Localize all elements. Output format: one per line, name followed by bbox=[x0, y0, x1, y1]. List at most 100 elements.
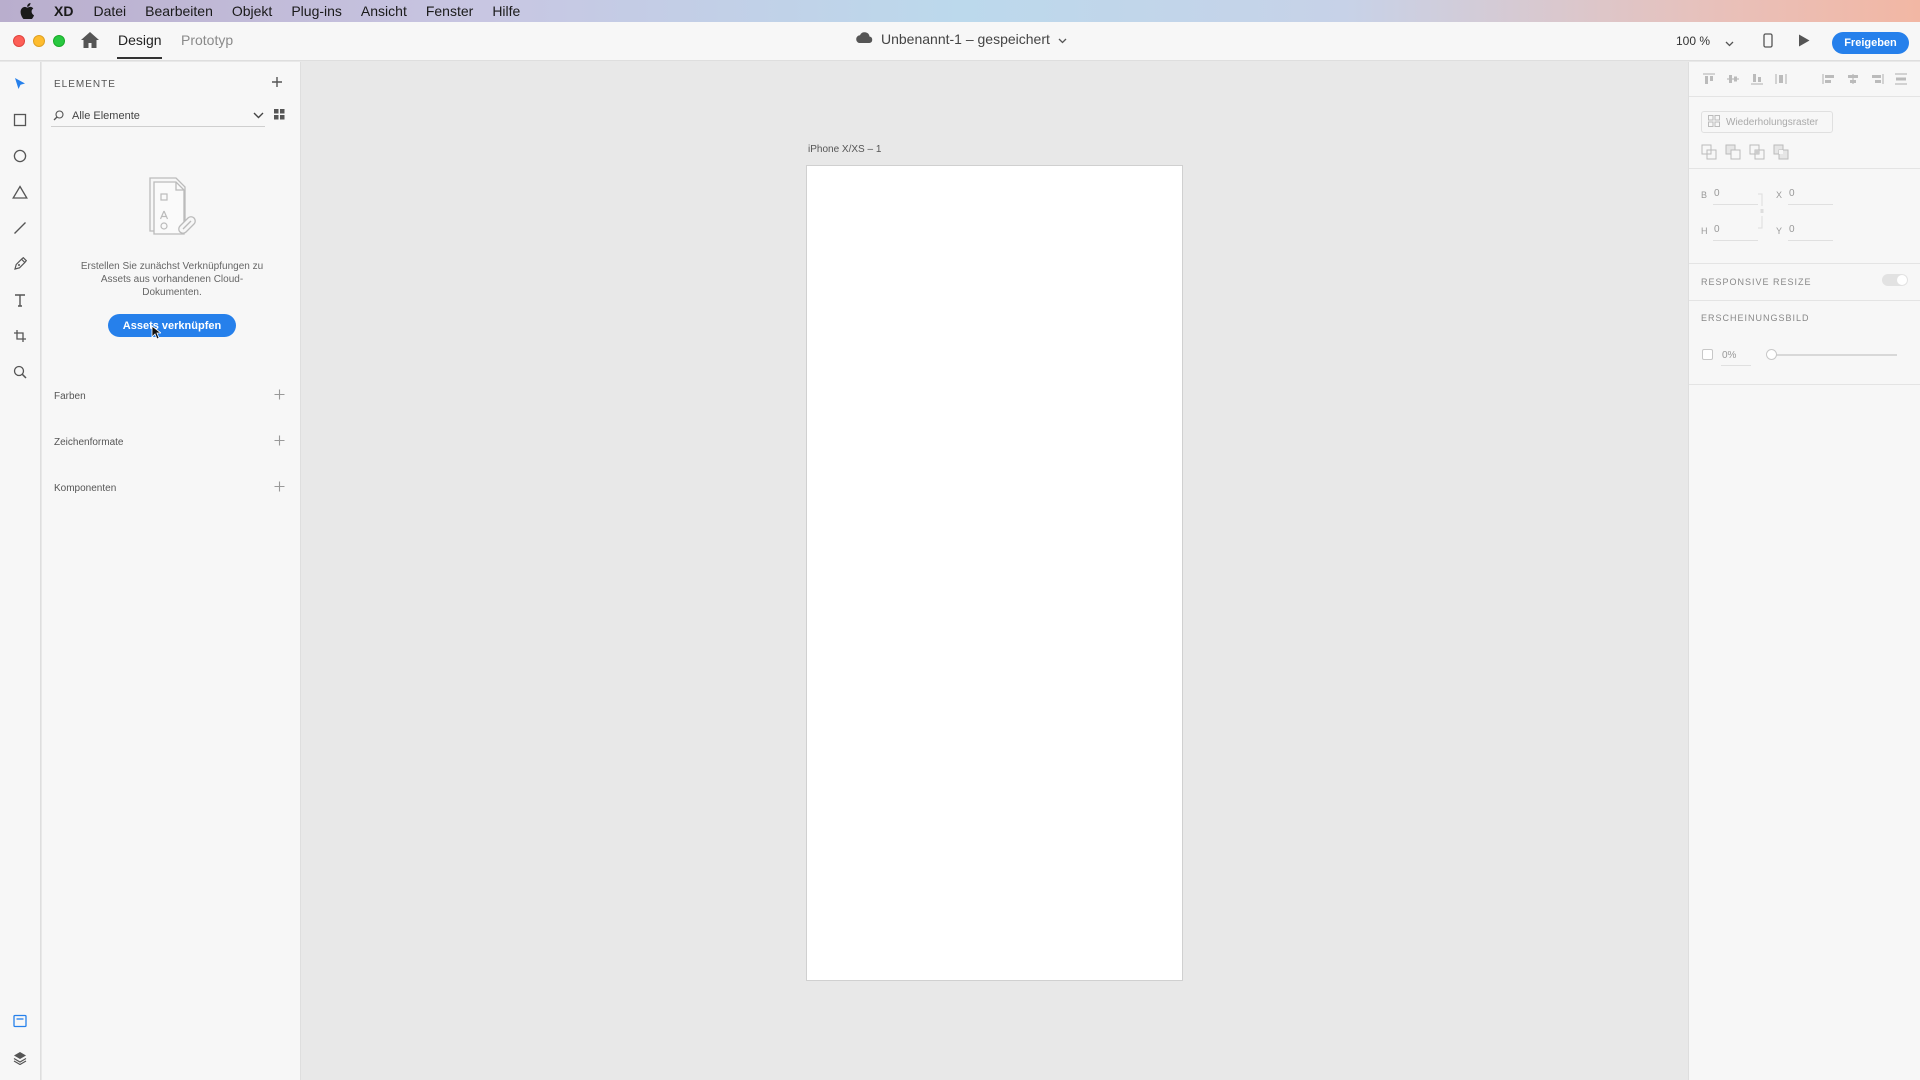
section-farben[interactable]: Farben bbox=[54, 391, 86, 402]
menu-app-xd[interactable]: XD bbox=[54, 3, 73, 19]
asset-filter-dropdown[interactable]: Alle Elemente bbox=[51, 105, 265, 127]
assets-panel: ELEMENTE Alle Elemente Erstellen Sie zun… bbox=[42, 62, 301, 1080]
zoom-tool-icon[interactable] bbox=[11, 363, 29, 381]
responsive-resize-label: RESPONSIVE RESIZE bbox=[1701, 277, 1812, 287]
width-field-underline bbox=[1713, 204, 1758, 205]
subtract-boolean-icon[interactable] bbox=[1725, 144, 1741, 165]
align-horizontal-group bbox=[1821, 72, 1917, 86]
mac-menu-bar: XD Datei Bearbeiten Objekt Plug-ins Ansi… bbox=[0, 0, 1920, 22]
asset-filter-value: Alle Elemente bbox=[72, 109, 140, 122]
width-label: B bbox=[1701, 190, 1708, 200]
title-bar: Design Prototyp Unbenannt-1 – gespeicher… bbox=[0, 22, 1920, 61]
zoom-chevron-down-icon[interactable] bbox=[1725, 34, 1734, 52]
opacity-value[interactable]: 0% bbox=[1722, 350, 1736, 361]
text-tool-icon[interactable] bbox=[11, 291, 29, 309]
play-icon[interactable] bbox=[1798, 34, 1810, 52]
divider bbox=[1689, 300, 1920, 301]
repeat-grid-label: Wiederholungsraster bbox=[1726, 116, 1819, 128]
close-window-button[interactable] bbox=[13, 35, 25, 47]
opacity-field-underline bbox=[1721, 365, 1751, 366]
lock-aspect-icon[interactable] bbox=[1758, 193, 1764, 234]
divider bbox=[1689, 384, 1920, 385]
appearance-label: ERSCHEINUNGSBILD bbox=[1701, 313, 1810, 323]
chevron-down-icon bbox=[253, 110, 264, 122]
align-top-icon[interactable] bbox=[1701, 72, 1717, 86]
grid-view-icon[interactable] bbox=[274, 107, 285, 125]
zoom-level[interactable]: 100 % bbox=[1676, 34, 1710, 48]
x-label: X bbox=[1776, 190, 1783, 200]
responsive-resize-toggle[interactable] bbox=[1882, 274, 1908, 286]
align-middle-icon[interactable] bbox=[1725, 72, 1741, 86]
repeat-grid-button[interactable]: Wiederholungsraster bbox=[1701, 111, 1833, 133]
height-label: H bbox=[1701, 226, 1708, 236]
pen-tool-icon[interactable] bbox=[11, 255, 29, 273]
divider bbox=[1689, 263, 1920, 264]
artboard[interactable] bbox=[806, 165, 1183, 981]
x-field[interactable]: 0 bbox=[1789, 188, 1795, 199]
select-tool-icon[interactable] bbox=[11, 75, 29, 93]
assets-panel-icon[interactable] bbox=[11, 1012, 29, 1030]
y-field-underline bbox=[1788, 240, 1833, 241]
repeat-grid-icon bbox=[1708, 114, 1720, 130]
align-center-icon[interactable] bbox=[1845, 72, 1861, 86]
line-tool-icon[interactable] bbox=[11, 219, 29, 237]
menu-ansicht[interactable]: Ansicht bbox=[361, 3, 407, 19]
minimize-window-button[interactable] bbox=[33, 35, 45, 47]
intersect-boolean-icon[interactable] bbox=[1749, 144, 1765, 165]
y-field[interactable]: 0 bbox=[1789, 224, 1795, 235]
distribute-horizontal-icon[interactable] bbox=[1893, 72, 1909, 86]
search-icon bbox=[53, 110, 64, 121]
menu-bearbeiten[interactable]: Bearbeiten bbox=[145, 3, 213, 19]
exclude-boolean-icon[interactable] bbox=[1773, 144, 1789, 165]
artboard-label[interactable]: iPhone X/XS – 1 bbox=[808, 144, 881, 155]
distribute-vertical-icon[interactable] bbox=[1773, 72, 1789, 86]
align-vertical-group bbox=[1701, 72, 1797, 86]
linked-assets-illustration-icon bbox=[144, 174, 204, 249]
add-boolean-icon[interactable] bbox=[1701, 144, 1717, 165]
add-icon[interactable] bbox=[271, 75, 283, 93]
align-right-icon[interactable] bbox=[1869, 72, 1885, 86]
boolean-ops-group bbox=[1701, 144, 1789, 165]
menu-plugins[interactable]: Plug-ins bbox=[291, 3, 342, 19]
x-field-underline bbox=[1788, 204, 1833, 205]
tab-design[interactable]: Design bbox=[118, 32, 162, 48]
share-button[interactable]: Freigeben bbox=[1832, 32, 1909, 54]
height-field[interactable]: 0 bbox=[1714, 224, 1720, 235]
opacity-slider-track[interactable] bbox=[1767, 354, 1897, 356]
artboard-tool-icon[interactable] bbox=[11, 327, 29, 345]
add-character-style-icon[interactable] bbox=[274, 433, 285, 451]
layers-panel-icon[interactable] bbox=[11, 1049, 29, 1067]
cloud-icon bbox=[855, 31, 873, 47]
add-color-icon[interactable] bbox=[274, 387, 285, 405]
zoom-window-button[interactable] bbox=[53, 35, 65, 47]
menu-fenster[interactable]: Fenster bbox=[426, 3, 473, 19]
menu-objekt[interactable]: Objekt bbox=[232, 3, 272, 19]
rectangle-tool-icon[interactable] bbox=[11, 111, 29, 129]
device-preview-icon[interactable] bbox=[1763, 33, 1773, 53]
menu-hilfe[interactable]: Hilfe bbox=[492, 3, 520, 19]
menu-datei[interactable]: Datei bbox=[93, 3, 126, 19]
link-assets-button[interactable]: Assets verknüpfen bbox=[108, 314, 236, 337]
apple-icon[interactable] bbox=[20, 3, 38, 19]
property-inspector: Wiederholungsraster B 0 X 0 H 0 Y 0 RESP… bbox=[1688, 62, 1920, 1080]
height-field-underline bbox=[1713, 240, 1758, 241]
opacity-slider-handle[interactable] bbox=[1766, 349, 1777, 360]
section-zeichenformate[interactable]: Zeichenformate bbox=[54, 437, 123, 448]
chevron-down-icon bbox=[1058, 31, 1067, 47]
design-canvas[interactable]: iPhone X/XS – 1 bbox=[302, 62, 1687, 1080]
align-bottom-icon[interactable] bbox=[1749, 72, 1765, 86]
mouse-cursor-icon bbox=[151, 325, 163, 345]
home-icon[interactable] bbox=[81, 32, 101, 50]
width-field[interactable]: 0 bbox=[1714, 188, 1720, 199]
tool-strip bbox=[0, 62, 41, 1080]
divider bbox=[1689, 96, 1920, 97]
tab-prototyp[interactable]: Prototyp bbox=[181, 32, 233, 48]
add-component-icon[interactable] bbox=[274, 479, 285, 497]
document-title[interactable]: Unbenannt-1 – gespeichert bbox=[855, 31, 1067, 47]
section-komponenten[interactable]: Komponenten bbox=[54, 483, 116, 494]
opacity-checkbox[interactable] bbox=[1702, 349, 1713, 360]
polygon-tool-icon[interactable] bbox=[11, 183, 29, 201]
divider bbox=[1689, 168, 1920, 169]
ellipse-tool-icon[interactable] bbox=[11, 147, 29, 165]
align-left-icon[interactable] bbox=[1821, 72, 1837, 86]
